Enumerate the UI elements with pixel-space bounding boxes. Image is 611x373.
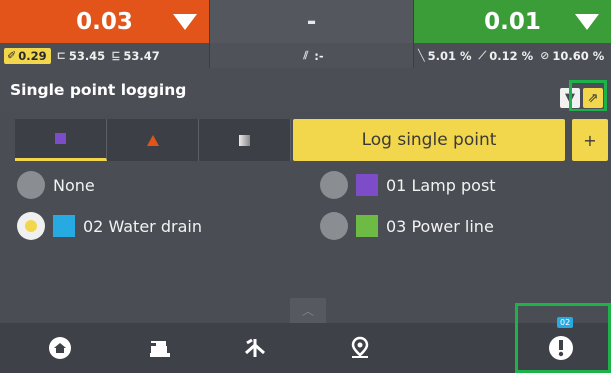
radio-dot — [25, 220, 37, 232]
left-status-panel[interactable]: 0.03 ✐ 0.29 ⊏ 53.45 ⊑ 53.47 — [0, 0, 209, 68]
left-value-bar[interactable]: 0.03 — [0, 0, 209, 43]
radio-button[interactable] — [320, 212, 348, 240]
right-stat-1-value: 5.01 % — [427, 48, 472, 63]
radio-button[interactable] — [17, 171, 45, 199]
highlight-point-log — [515, 303, 611, 373]
dropdown-triangle-icon[interactable] — [173, 14, 197, 30]
home-icon — [49, 337, 71, 359]
option-none[interactable]: None — [17, 171, 95, 199]
radio-button[interactable] — [320, 171, 348, 199]
nav-survey[interactable] — [200, 323, 310, 373]
status-bar: 0.03 ✐ 0.29 ⊏ 53.45 ⊑ 53.47 - ⫽ :- 0.01 … — [0, 0, 611, 68]
left-value: 0.03 — [76, 8, 133, 35]
right-stat-2-value: 0.12 % — [489, 48, 534, 63]
middle-stat-value: :- — [314, 48, 324, 63]
right-value: 0.01 — [484, 8, 541, 35]
left-chip-value: 0.29 — [18, 48, 47, 63]
left-stat-3: ⊑ 53.47 — [111, 49, 160, 63]
nav-machine[interactable] — [120, 323, 200, 373]
option-label: 02 Water drain — [83, 216, 202, 236]
log-single-point-button[interactable]: Log single point — [293, 119, 565, 161]
middle-value-bar[interactable]: - — [210, 0, 413, 43]
square-shape-tab[interactable] — [15, 119, 107, 161]
middle-status-panel[interactable]: - ⫽ :- — [209, 0, 414, 68]
middle-stats: ⫽ :- — [210, 43, 413, 68]
option-lamp-post[interactable]: 01 Lamp post — [320, 171, 496, 199]
gradient-shape-tab[interactable] — [199, 119, 291, 161]
drawer-handle[interactable]: ︿ — [290, 298, 326, 323]
option-water-drain[interactable]: 02 Water drain — [17, 212, 202, 240]
right-stat-3-value: 10.60 % — [552, 48, 605, 63]
location-pin-icon — [351, 336, 369, 358]
logging-content: Log single point + None 01 Lamp post 02 … — [0, 111, 611, 323]
color-swatch — [356, 215, 378, 237]
dropdown-triangle-icon[interactable] — [575, 14, 599, 30]
grade-icon: ⫽ — [303, 48, 309, 62]
cross-slope-icon: ⟋ — [478, 48, 487, 62]
triangle-icon — [146, 134, 159, 146]
highlight-external-link — [569, 80, 607, 112]
gradient-square-icon — [239, 134, 250, 146]
panel-header: Single point logging ▼ ⇗ — [0, 69, 611, 111]
elevation-icon: ⊏ — [56, 49, 66, 62]
page-title: Single point logging — [10, 81, 187, 99]
left-chip: ✐ 0.29 — [4, 47, 51, 64]
nav-home[interactable] — [0, 323, 120, 373]
grade-percent-icon: ⊘ — [540, 49, 550, 62]
option-label: None — [53, 175, 95, 195]
survey-icon — [245, 338, 265, 357]
left-stat-2-value: 53.45 — [68, 48, 106, 63]
machine-icon — [150, 341, 170, 357]
triangle-shape-tab[interactable] — [107, 119, 199, 161]
square-icon — [55, 133, 66, 144]
color-swatch — [53, 215, 75, 237]
right-stat-2: ⟋ 0.12 % — [479, 49, 534, 63]
right-stat-3: ⊘ 10.60 % — [540, 49, 604, 63]
elevation-target-icon: ⊑ — [111, 49, 121, 62]
nav-location[interactable] — [310, 323, 410, 373]
right-value-bar[interactable]: 0.01 — [414, 0, 611, 43]
left-stats: ✐ 0.29 ⊏ 53.45 ⊑ 53.47 — [0, 43, 209, 68]
option-power-line[interactable]: 03 Power line — [320, 212, 494, 240]
left-stat-2: ⊏ 53.45 — [57, 49, 106, 63]
right-status-panel[interactable]: 0.01 ╲ 5.01 % ⟋ 0.12 % ⊘ 10.60 % — [414, 0, 611, 68]
left-stat-3-value: 53.47 — [123, 48, 160, 63]
middle-value: - — [306, 8, 317, 35]
slope-down-icon: ╲ — [418, 49, 425, 62]
option-label: 03 Power line — [386, 216, 494, 236]
slope-icon: ✐ — [7, 49, 17, 62]
chevron-up-icon: ︿ — [301, 304, 314, 318]
add-button[interactable]: + — [572, 119, 608, 161]
option-label: 01 Lamp post — [386, 175, 496, 195]
radio-button-selected[interactable] — [17, 212, 45, 240]
right-stat-1: ╲ 5.01 % — [418, 49, 472, 63]
shape-segment-control — [15, 119, 291, 161]
color-swatch — [356, 174, 378, 196]
right-stats: ╲ 5.01 % ⟋ 0.12 % ⊘ 10.60 % — [414, 43, 611, 68]
